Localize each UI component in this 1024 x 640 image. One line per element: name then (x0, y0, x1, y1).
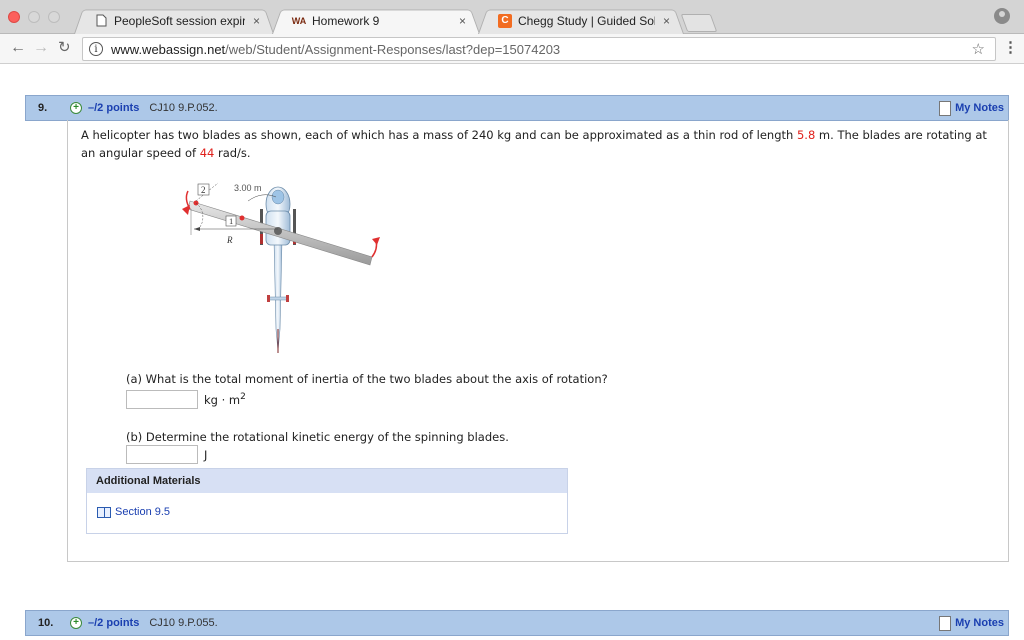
note-icon (939, 615, 952, 631)
figure-dimension-label: 3.00 m (234, 183, 262, 193)
my-notes-button[interactable]: My Notes (939, 99, 1004, 117)
tab-close-button[interactable]: × (663, 14, 670, 28)
part-b-answer-row: J (126, 445, 207, 464)
reload-icon[interactable]: ↻ (58, 40, 71, 56)
forward-arrow-icon[interactable]: → (33, 40, 49, 56)
expand-plus-icon[interactable]: + (70, 617, 82, 629)
url-path: /web/Student/Assignment-Responses/last?d… (225, 41, 561, 57)
tab-label: Homework 9 (312, 13, 380, 28)
expand-plus-icon[interactable]: + (70, 102, 82, 114)
minimize-window-button[interactable] (28, 11, 40, 23)
my-notes-button[interactable]: My Notes (939, 614, 1004, 632)
tab-label: PeopleSoft session expired (114, 13, 245, 28)
length-value: 5.8 (796, 128, 816, 142)
speed-value: 44 (199, 146, 215, 160)
points-label: –/2 points (88, 617, 140, 629)
question-text: A helicopter has two blades as shown, ea… (81, 128, 987, 160)
back-arrow-icon[interactable]: ← (10, 40, 26, 56)
part-b-answer-input[interactable] (126, 445, 198, 464)
part-a-answer-input[interactable] (126, 390, 198, 409)
part-b-unit: J (204, 447, 208, 462)
question-header: 10. + –/2 points CJ10 9.P.055. My Notes (25, 610, 1009, 636)
part-a-text: (a) What is the total moment of inertia … (126, 372, 608, 386)
webassign-icon: WA (291, 15, 307, 26)
question-code: CJ10 9.P.055. (149, 617, 218, 629)
tab-peoplesoft[interactable]: PeopleSoft session expired × (74, 7, 274, 35)
tab-close-button[interactable]: × (253, 14, 260, 28)
question-number: 10. (38, 617, 54, 629)
additional-materials-panel: Additional Materials Section 9.5 (86, 468, 568, 534)
tab-bar: PeopleSoft session expired × WA Homework… (0, 0, 1024, 35)
my-notes-label: My Notes (955, 102, 1004, 114)
zoom-window-button[interactable] (48, 11, 60, 23)
tab-chegg[interactable]: C Chegg Study | Guided Solutio × (478, 7, 684, 35)
tab-homework[interactable]: WA Homework 9 × (272, 7, 480, 35)
helicopter-figure: 2 3.00 m 1 R (182, 182, 380, 353)
question-code: CJ10 9.P.052. (149, 102, 218, 114)
url-host: www.webassign.net (111, 41, 226, 57)
question-number: 9. (38, 102, 48, 114)
part-a-unit: kg · m2 (204, 392, 246, 407)
info-icon[interactable]: i (89, 42, 103, 56)
menu-icon[interactable]: ⋮ (1003, 40, 1018, 55)
section-link[interactable]: Section 9.5 (97, 506, 170, 518)
figure-label-1: 1 (229, 216, 233, 226)
address-bar[interactable]: i www.webassign.net/web/Student/Assignme… (82, 37, 996, 61)
tab-close-button[interactable]: × (459, 14, 466, 28)
question-header: 9. + –/2 points CJ10 9.P.052. My Notes (25, 95, 1009, 121)
section-link-label[interactable]: Section 9.5 (115, 506, 170, 518)
figure-label-2: 2 (201, 185, 206, 195)
close-window-button[interactable] (8, 11, 20, 23)
my-notes-label: My Notes (955, 617, 1004, 629)
toolbar: ← → ↻ i www.webassign.net/web/Student/As… (0, 34, 1024, 64)
figure-r-label: R (226, 235, 233, 245)
tab-label: Chegg Study | Guided Solutio (518, 13, 655, 28)
page: 9. + –/2 points CJ10 9.P.052. My Notes A… (0, 65, 1024, 640)
new-tab-button[interactable] (680, 14, 718, 32)
note-icon (939, 100, 952, 116)
profile-icon[interactable] (994, 8, 1010, 24)
points-label: –/2 points (88, 102, 140, 114)
part-a-answer-row: kg · m2 (126, 390, 246, 409)
additional-materials-heading: Additional Materials (87, 469, 567, 493)
part-b-text: (b) Determine the rotational kinetic ene… (126, 430, 509, 444)
document-icon (94, 14, 108, 28)
chegg-icon: C (498, 13, 512, 28)
bookmark-star-icon[interactable]: ☆ (972, 40, 985, 58)
book-icon (97, 506, 111, 518)
